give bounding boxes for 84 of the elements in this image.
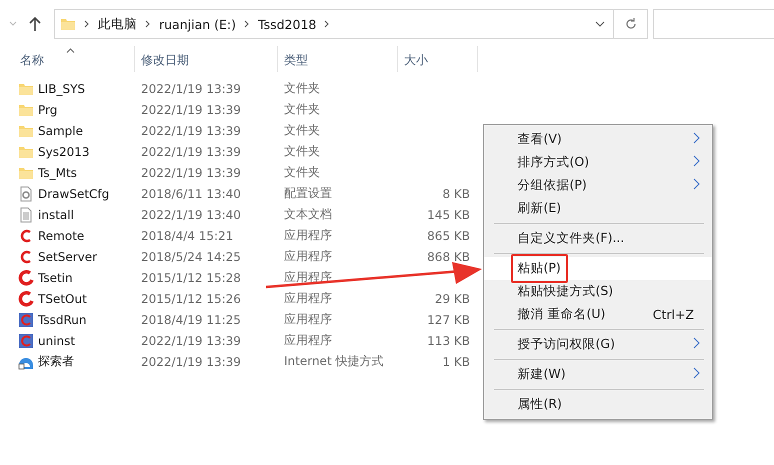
- date-cell-text: 2015/1/12 15:26: [140, 292, 242, 306]
- app-icon: [18, 332, 34, 348]
- file-name[interactable]: uninst: [38, 334, 76, 348]
- size-cell: 113 KB: [427, 334, 470, 348]
- chevron-icon: [145, 20, 151, 28]
- column-header[interactable]: 修改日期: [135, 46, 278, 72]
- size-cell: 1 KB: [442, 354, 470, 368]
- gear-file-icon: [18, 186, 34, 202]
- date-cell-text: 2022/1/19 13:40: [140, 208, 242, 222]
- menu-item[interactable]: 粘贴快捷方式(S): [484, 280, 712, 303]
- document-icon: [18, 206, 34, 222]
- date-cell-text: 2022/1/19 13:39: [140, 354, 242, 368]
- date-cell-text: 2022/1/19 13:39: [140, 334, 242, 348]
- size-cell: 127 KB: [427, 312, 470, 326]
- file-name[interactable]: Sys2013: [38, 144, 90, 158]
- type-cell-text: 文件夹: [283, 101, 321, 118]
- type-cell-text: 配置设置: [283, 185, 333, 202]
- menu-item[interactable]: 属性(R): [484, 393, 712, 416]
- refresh-button[interactable]: [614, 9, 648, 39]
- menu-item[interactable]: 新建(W): [484, 363, 712, 386]
- refresh-icon: [624, 17, 638, 31]
- size-cell: 868 KB: [427, 250, 470, 264]
- file-name[interactable]: install: [38, 208, 74, 222]
- menu-item[interactable]: 授予访问权限(G): [484, 333, 712, 356]
- file-name[interactable]: Prg: [38, 102, 58, 116]
- menu-item[interactable]: 粘贴(P): [484, 257, 712, 280]
- breadcrumb[interactable]: 此电脑: [98, 16, 137, 32]
- swirl-logo-icon: [18, 290, 34, 306]
- type-cell-text: 应用程序: [283, 290, 333, 307]
- size-cell: 145 KB: [427, 208, 470, 222]
- folder-icon: [60, 16, 76, 32]
- file-name[interactable]: Tsetin: [38, 270, 73, 284]
- menu-item[interactable]: 排序方式(O): [484, 151, 712, 174]
- type-cell-text: 应用程序: [283, 248, 333, 265]
- date-cell-text: 2022/1/19 13:39: [140, 124, 242, 138]
- date-cell-text: 2022/1/19 13:39: [140, 144, 242, 158]
- date-cell-text: 2022/1/19 13:39: [140, 102, 242, 116]
- column-header[interactable]: 类型: [278, 46, 398, 72]
- type-cell-text: 文本文档: [283, 206, 333, 223]
- type-cell-text: 应用程序: [283, 332, 333, 349]
- size-cell: 8 KB: [442, 186, 470, 200]
- file-name[interactable]: Ts_Mts: [38, 166, 77, 180]
- type-cell-text: 应用程序: [283, 311, 333, 328]
- file-name[interactable]: 探索者: [38, 353, 74, 370]
- menu-item[interactable]: 查看(V): [484, 128, 712, 151]
- type-cell-text: 文件夹: [283, 80, 321, 97]
- chevron-icon: [324, 20, 330, 28]
- file-name[interactable]: TssdRun: [38, 312, 86, 326]
- type-cell-text: 应用程序: [283, 227, 333, 244]
- size-cell: 29 KB: [434, 292, 470, 306]
- date-cell-text: 2015/1/12 15:28: [140, 270, 242, 284]
- menu-item[interactable]: 自定义文件夹(F)...: [484, 227, 712, 250]
- file-name[interactable]: LIB_SYS: [38, 82, 86, 96]
- column-header[interactable]: 名称: [14, 46, 135, 72]
- type-cell-text: 文件夹: [283, 164, 321, 181]
- column-header[interactable]: 大小: [398, 46, 478, 72]
- size-cell: 865 KB: [427, 228, 470, 242]
- search-field[interactable]: [653, 9, 774, 39]
- menu-item[interactable]: 刷新(E): [484, 197, 712, 220]
- breadcrumb[interactable]: Tssd2018: [258, 16, 316, 32]
- date-cell-text: 2018/5/24 14:25: [140, 250, 242, 264]
- file-name[interactable]: SetServer: [38, 250, 98, 264]
- date-cell-text: 2018/4/4 15:21: [140, 228, 234, 242]
- menu-item[interactable]: 撤消 重命名(U) Ctrl+Z: [484, 303, 712, 326]
- file-name[interactable]: Remote: [38, 228, 84, 242]
- type-cell-text: 文件夹: [283, 122, 321, 139]
- file-name[interactable]: Sample: [38, 124, 83, 138]
- breadcrumb[interactable]: ruanjian (E:): [159, 16, 236, 32]
- address-bar[interactable]: 此电脑 ruanjian (E:) Tssd2018: [54, 9, 614, 39]
- app-icon: [18, 312, 34, 328]
- file-name[interactable]: TSetOut: [38, 292, 87, 306]
- type-cell-text: 文件夹: [283, 143, 321, 160]
- date-cell-text: 2018/6/11 13:40: [140, 186, 242, 200]
- menu-item[interactable]: 分组依据(P): [484, 174, 712, 197]
- up-arrow-icon[interactable]: [28, 16, 42, 32]
- date-cell-text: 2022/1/19 13:39: [140, 82, 242, 96]
- date-cell-text: 2018/4/19 11:25: [140, 312, 242, 326]
- dropdown-icon[interactable]: [595, 21, 605, 27]
- swirl-logo-icon: [18, 270, 34, 286]
- chevron-icon: [84, 20, 90, 28]
- type-cell-text: Internet 快捷方式: [283, 353, 384, 370]
- file-name[interactable]: DrawSetCfg: [38, 186, 110, 200]
- date-cell-text: 2022/1/19 13:39: [140, 166, 242, 180]
- chevron-icon: [244, 20, 250, 28]
